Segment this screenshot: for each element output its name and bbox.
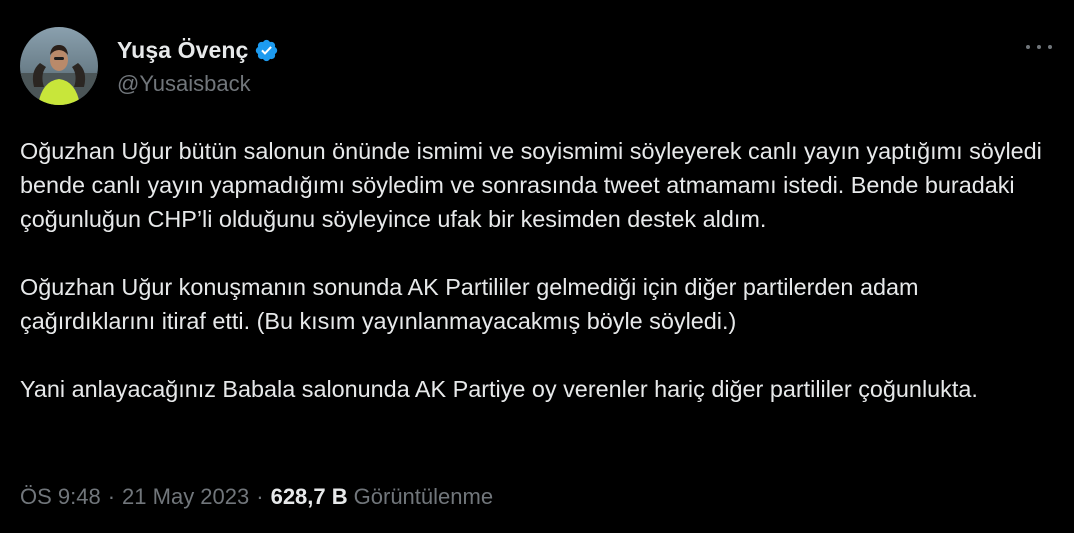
tweet-date[interactable]: 21 May 2023 (122, 484, 249, 510)
more-dot (1048, 45, 1052, 49)
more-dot (1026, 45, 1030, 49)
tweet-paragraph: Yani anlayacağınız Babala salonunda AK P… (20, 376, 978, 402)
tweet-paragraph: Oğuzhan Uğur konuşmanın sonunda AK Parti… (20, 274, 919, 334)
tweet-text: Oğuzhan Uğur bütün salonun önünde ismimi… (20, 134, 1050, 440)
tweet-time[interactable]: ÖS 9:48 (20, 484, 101, 510)
avatar[interactable] (20, 27, 98, 105)
more-horizontal-icon[interactable] (1026, 40, 1052, 54)
name-row: Yuşa Övenç (117, 35, 279, 65)
display-name[interactable]: Yuşa Övenç (117, 37, 248, 64)
tweet-card: Yuşa Övenç @Yusaisback Oğuzhan Uğur bütü… (0, 0, 1074, 533)
verified-badge-icon[interactable] (254, 38, 279, 63)
author-names: Yuşa Övenç @Yusaisback (117, 35, 279, 97)
meta-separator: · (256, 484, 264, 509)
views-label[interactable]: Görüntülenme (354, 484, 493, 510)
tweet-meta: ÖS 9:48 · 21 May 2023 · 628,7 B Görüntül… (20, 484, 493, 510)
meta-separator: · (107, 484, 116, 509)
tweet-header: Yuşa Övenç @Yusaisback (20, 27, 279, 105)
tweet-paragraph: Oğuzhan Uğur bütün salonun önünde ismimi… (20, 138, 1042, 232)
views-count[interactable]: 628,7 B (271, 484, 348, 510)
author-handle[interactable]: @Yusaisback (117, 71, 279, 97)
more-dot (1037, 45, 1041, 49)
